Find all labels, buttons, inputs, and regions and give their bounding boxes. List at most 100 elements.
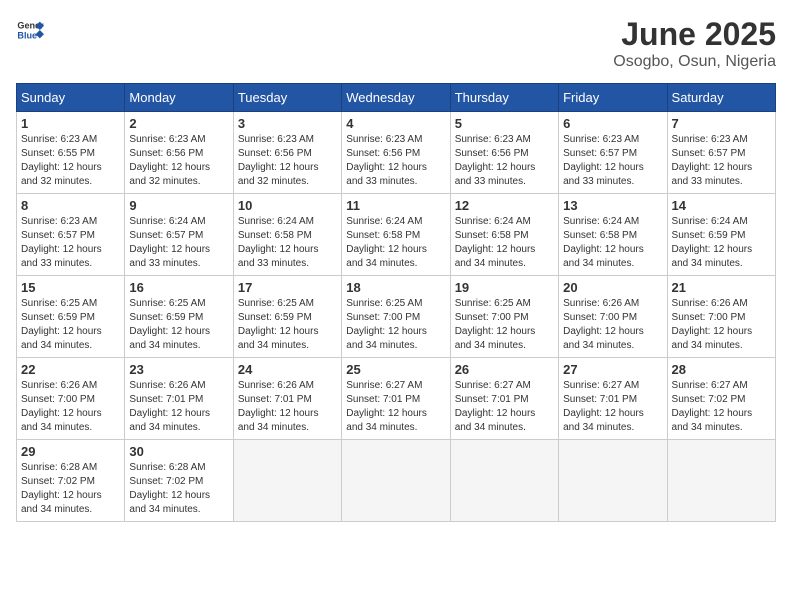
calendar-day-cell: 15 Sunrise: 6:25 AMSunset: 6:59 PMDaylig… (17, 276, 125, 358)
day-detail: Sunrise: 6:26 AMSunset: 7:00 PMDaylight:… (563, 298, 644, 351)
day-detail: Sunrise: 6:25 AMSunset: 6:59 PMDaylight:… (21, 298, 102, 351)
day-number: 22 (21, 362, 120, 377)
day-detail: Sunrise: 6:25 AMSunset: 7:00 PMDaylight:… (455, 298, 536, 351)
calendar-day-cell: 26 Sunrise: 6:27 AMSunset: 7:01 PMDaylig… (450, 358, 558, 440)
day-number: 27 (563, 362, 662, 377)
day-number: 1 (21, 116, 120, 131)
logo: General Blue (16, 16, 44, 44)
day-detail: Sunrise: 6:23 AMSunset: 6:57 PMDaylight:… (672, 134, 753, 187)
calendar-title: June 2025 (613, 16, 776, 53)
day-number: 14 (672, 198, 771, 213)
empty-cell (233, 440, 341, 522)
calendar-day-cell: 28 Sunrise: 6:27 AMSunset: 7:02 PMDaylig… (667, 358, 775, 440)
calendar-header-row: SundayMondayTuesdayWednesdayThursdayFrid… (17, 84, 776, 112)
day-detail: Sunrise: 6:25 AMSunset: 6:59 PMDaylight:… (129, 298, 210, 351)
day-detail: Sunrise: 6:27 AMSunset: 7:01 PMDaylight:… (346, 380, 427, 433)
day-detail: Sunrise: 6:23 AMSunset: 6:56 PMDaylight:… (129, 134, 210, 187)
calendar-day-cell: 23 Sunrise: 6:26 AMSunset: 7:01 PMDaylig… (125, 358, 233, 440)
day-number: 12 (455, 198, 554, 213)
empty-cell (450, 440, 558, 522)
day-number: 24 (238, 362, 337, 377)
calendar-day-cell: 1 Sunrise: 6:23 AMSunset: 6:55 PMDayligh… (17, 112, 125, 194)
day-of-week-header: Sunday (17, 84, 125, 112)
logo-icon: General Blue (16, 16, 44, 44)
day-of-week-header: Friday (559, 84, 667, 112)
day-detail: Sunrise: 6:24 AMSunset: 6:58 PMDaylight:… (455, 216, 536, 269)
calendar-day-cell: 30 Sunrise: 6:28 AMSunset: 7:02 PMDaylig… (125, 440, 233, 522)
calendar-day-cell: 21 Sunrise: 6:26 AMSunset: 7:00 PMDaylig… (667, 276, 775, 358)
day-number: 13 (563, 198, 662, 213)
empty-cell (559, 440, 667, 522)
calendar-week-row: 15 Sunrise: 6:25 AMSunset: 6:59 PMDaylig… (17, 276, 776, 358)
day-number: 17 (238, 280, 337, 295)
calendar-week-row: 22 Sunrise: 6:26 AMSunset: 7:00 PMDaylig… (17, 358, 776, 440)
day-detail: Sunrise: 6:23 AMSunset: 6:56 PMDaylight:… (238, 134, 319, 187)
calendar-day-cell: 9 Sunrise: 6:24 AMSunset: 6:57 PMDayligh… (125, 194, 233, 276)
day-of-week-header: Wednesday (342, 84, 450, 112)
calendar-day-cell: 13 Sunrise: 6:24 AMSunset: 6:58 PMDaylig… (559, 194, 667, 276)
calendar-day-cell: 19 Sunrise: 6:25 AMSunset: 7:00 PMDaylig… (450, 276, 558, 358)
day-number: 4 (346, 116, 445, 131)
day-number: 11 (346, 198, 445, 213)
day-detail: Sunrise: 6:26 AMSunset: 7:00 PMDaylight:… (672, 298, 753, 351)
day-of-week-header: Tuesday (233, 84, 341, 112)
calendar-day-cell: 7 Sunrise: 6:23 AMSunset: 6:57 PMDayligh… (667, 112, 775, 194)
day-detail: Sunrise: 6:28 AMSunset: 7:02 PMDaylight:… (129, 462, 210, 515)
calendar-subtitle: Osogbo, Osun, Nigeria (613, 53, 776, 71)
day-number: 7 (672, 116, 771, 131)
day-detail: Sunrise: 6:24 AMSunset: 6:58 PMDaylight:… (238, 216, 319, 269)
calendar-day-cell: 24 Sunrise: 6:26 AMSunset: 7:01 PMDaylig… (233, 358, 341, 440)
day-number: 18 (346, 280, 445, 295)
calendar-day-cell: 10 Sunrise: 6:24 AMSunset: 6:58 PMDaylig… (233, 194, 341, 276)
calendar-day-cell: 2 Sunrise: 6:23 AMSunset: 6:56 PMDayligh… (125, 112, 233, 194)
calendar-day-cell: 6 Sunrise: 6:23 AMSunset: 6:57 PMDayligh… (559, 112, 667, 194)
calendar-day-cell: 12 Sunrise: 6:24 AMSunset: 6:58 PMDaylig… (450, 194, 558, 276)
calendar-week-row: 8 Sunrise: 6:23 AMSunset: 6:57 PMDayligh… (17, 194, 776, 276)
day-detail: Sunrise: 6:23 AMSunset: 6:56 PMDaylight:… (346, 134, 427, 187)
calendar-day-cell: 16 Sunrise: 6:25 AMSunset: 6:59 PMDaylig… (125, 276, 233, 358)
day-number: 26 (455, 362, 554, 377)
day-number: 10 (238, 198, 337, 213)
calendar-table: SundayMondayTuesdayWednesdayThursdayFrid… (16, 83, 776, 522)
calendar-day-cell: 25 Sunrise: 6:27 AMSunset: 7:01 PMDaylig… (342, 358, 450, 440)
day-number: 20 (563, 280, 662, 295)
day-number: 28 (672, 362, 771, 377)
day-number: 30 (129, 444, 228, 459)
day-detail: Sunrise: 6:23 AMSunset: 6:57 PMDaylight:… (21, 216, 102, 269)
calendar-day-cell: 27 Sunrise: 6:27 AMSunset: 7:01 PMDaylig… (559, 358, 667, 440)
calendar-day-cell: 22 Sunrise: 6:26 AMSunset: 7:00 PMDaylig… (17, 358, 125, 440)
calendar-day-cell: 29 Sunrise: 6:28 AMSunset: 7:02 PMDaylig… (17, 440, 125, 522)
day-number: 2 (129, 116, 228, 131)
day-number: 5 (455, 116, 554, 131)
day-detail: Sunrise: 6:23 AMSunset: 6:57 PMDaylight:… (563, 134, 644, 187)
calendar-day-cell: 11 Sunrise: 6:24 AMSunset: 6:58 PMDaylig… (342, 194, 450, 276)
calendar-day-cell: 4 Sunrise: 6:23 AMSunset: 6:56 PMDayligh… (342, 112, 450, 194)
day-number: 23 (129, 362, 228, 377)
calendar-day-cell: 20 Sunrise: 6:26 AMSunset: 7:00 PMDaylig… (559, 276, 667, 358)
day-of-week-header: Thursday (450, 84, 558, 112)
day-detail: Sunrise: 6:24 AMSunset: 6:58 PMDaylight:… (563, 216, 644, 269)
day-detail: Sunrise: 6:24 AMSunset: 6:58 PMDaylight:… (346, 216, 427, 269)
day-of-week-header: Saturday (667, 84, 775, 112)
day-number: 9 (129, 198, 228, 213)
day-number: 25 (346, 362, 445, 377)
calendar-day-cell: 17 Sunrise: 6:25 AMSunset: 6:59 PMDaylig… (233, 276, 341, 358)
day-number: 19 (455, 280, 554, 295)
calendar-day-cell: 5 Sunrise: 6:23 AMSunset: 6:56 PMDayligh… (450, 112, 558, 194)
calendar-week-row: 1 Sunrise: 6:23 AMSunset: 6:55 PMDayligh… (17, 112, 776, 194)
day-number: 29 (21, 444, 120, 459)
day-detail: Sunrise: 6:25 AMSunset: 6:59 PMDaylight:… (238, 298, 319, 351)
day-detail: Sunrise: 6:27 AMSunset: 7:01 PMDaylight:… (455, 380, 536, 433)
day-detail: Sunrise: 6:23 AMSunset: 6:55 PMDaylight:… (21, 134, 102, 187)
empty-cell (667, 440, 775, 522)
day-detail: Sunrise: 6:27 AMSunset: 7:01 PMDaylight:… (563, 380, 644, 433)
day-number: 21 (672, 280, 771, 295)
title-area: June 2025 Osogbo, Osun, Nigeria (613, 16, 776, 71)
day-detail: Sunrise: 6:24 AMSunset: 6:59 PMDaylight:… (672, 216, 753, 269)
day-number: 3 (238, 116, 337, 131)
empty-cell (342, 440, 450, 522)
day-detail: Sunrise: 6:24 AMSunset: 6:57 PMDaylight:… (129, 216, 210, 269)
day-detail: Sunrise: 6:28 AMSunset: 7:02 PMDaylight:… (21, 462, 102, 515)
day-number: 16 (129, 280, 228, 295)
calendar-day-cell: 3 Sunrise: 6:23 AMSunset: 6:56 PMDayligh… (233, 112, 341, 194)
